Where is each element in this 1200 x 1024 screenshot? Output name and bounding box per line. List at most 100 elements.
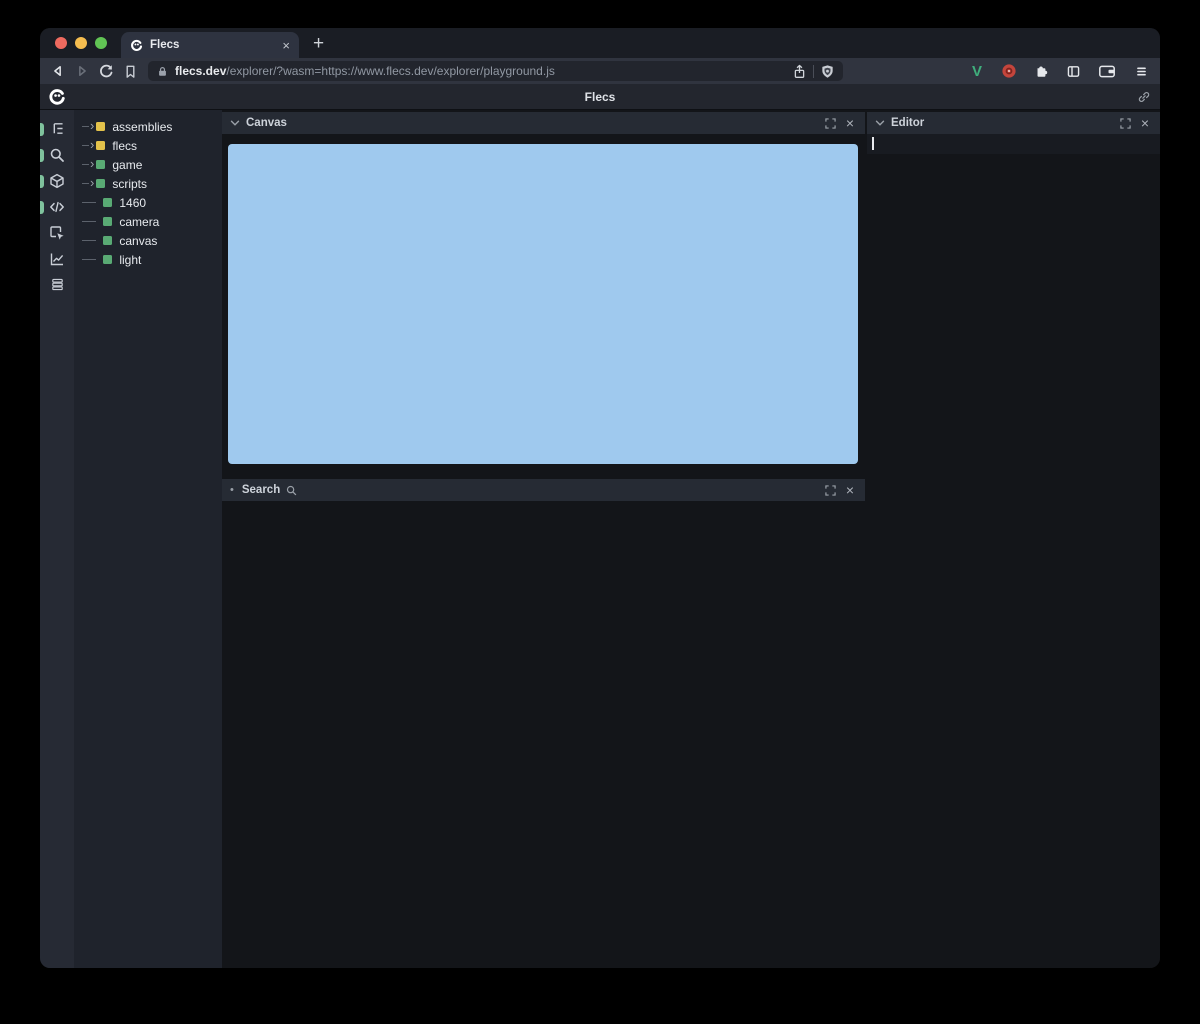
chevron-down-icon[interactable] [230, 119, 240, 127]
tree-row-label: light [119, 253, 141, 267]
content-area: Canvas × • Search [222, 110, 1160, 968]
expand-icon[interactable] [823, 483, 837, 497]
entity-tree: › assemblies › flecs › game › scripts [74, 110, 222, 968]
puzzle-icon[interactable] [1033, 63, 1049, 79]
tree-row-label: 1460 [119, 196, 146, 210]
tree-guide [82, 145, 89, 146]
close-icon[interactable]: × [1138, 116, 1152, 130]
expand-icon[interactable] [823, 116, 837, 130]
menu-icon[interactable] [1133, 63, 1149, 79]
stats-icon[interactable] [49, 250, 66, 267]
search-icon [286, 485, 297, 496]
minimize-window-button[interactable] [75, 37, 87, 49]
text-caret [872, 137, 874, 150]
nav-bar: flecs.dev/explorer/?wasm=https://www.fle… [40, 58, 1160, 84]
expand-chevron-icon[interactable]: › [90, 157, 94, 170]
panel-title: Editor [891, 117, 924, 129]
url-domain: flecs.dev [175, 64, 226, 78]
entity-kind-swatch [103, 255, 112, 264]
zoom-window-button[interactable] [95, 37, 107, 49]
extensions-area: V [969, 63, 1149, 79]
tree-row-game[interactable]: › game [74, 155, 222, 174]
tree-row-label: assemblies [112, 120, 172, 134]
inspect-icon[interactable] [49, 224, 66, 241]
tree-guide [82, 164, 89, 165]
shield-icon[interactable] [820, 64, 835, 79]
lock-icon [156, 65, 169, 78]
share-icon[interactable] [792, 64, 807, 79]
tab-title: Flecs [150, 39, 275, 51]
active-indicator [40, 149, 44, 162]
tree-row-camera[interactable]: › camera [74, 212, 222, 231]
tree-row-label: flecs [112, 139, 137, 153]
tree-guide [82, 202, 96, 203]
expand-icon[interactable] [1118, 116, 1132, 130]
tree-guide [82, 183, 89, 184]
search-icon[interactable] [49, 146, 66, 163]
traffic-lights [55, 37, 107, 49]
active-indicator [40, 123, 44, 136]
entity-kind-swatch [96, 160, 105, 169]
entity-kind-swatch [103, 217, 112, 226]
search-panel: • Search × [222, 479, 865, 501]
tree-row-scripts[interactable]: › scripts [74, 174, 222, 193]
entity-kind-swatch [96, 122, 105, 131]
tab-close-icon[interactable]: × [282, 38, 290, 53]
forward-icon[interactable] [74, 63, 90, 79]
tree-row-label: camera [119, 215, 159, 229]
tree-guide [82, 221, 96, 222]
expand-chevron-icon[interactable]: › [90, 176, 94, 189]
expand-chevron-icon[interactable]: › [90, 119, 94, 132]
tree-row-label: canvas [119, 234, 157, 248]
url-path: /explorer/?wasm=https://www.flecs.dev/ex… [226, 64, 554, 78]
canvas-panel: Canvas × [222, 112, 865, 464]
code-editor-input[interactable] [867, 134, 1160, 154]
cube-icon[interactable] [49, 172, 66, 189]
app-main: › assemblies › flecs › game › scripts [40, 110, 1160, 968]
entity-kind-swatch [96, 179, 105, 188]
close-icon[interactable]: × [843, 483, 857, 497]
vue-devtools-icon[interactable]: V [969, 63, 985, 79]
bookmark-icon[interactable] [122, 63, 138, 79]
tab-bar: Flecs × + [40, 28, 1160, 58]
page-title: Flecs [40, 90, 1160, 104]
tree-row-assemblies[interactable]: › assemblies [74, 117, 222, 136]
sidebar-icon[interactable] [1065, 63, 1081, 79]
browser-window: Flecs × + flecs. [40, 28, 1160, 968]
tree-row-canvas[interactable]: › canvas [74, 231, 222, 250]
urlbar-divider [813, 65, 814, 78]
tree-row-light[interactable]: › light [74, 250, 222, 269]
extension-red-icon[interactable] [1001, 63, 1017, 79]
tree-row-flecs[interactable]: › flecs [74, 136, 222, 155]
code-icon[interactable] [49, 198, 66, 215]
tables-icon[interactable] [49, 276, 66, 293]
wallet-icon[interactable] [1097, 63, 1117, 79]
entity-kind-swatch [103, 236, 112, 245]
tree-guide [82, 126, 89, 127]
tree-row-1460[interactable]: › 1460 [74, 193, 222, 212]
render-canvas[interactable] [228, 144, 858, 464]
close-icon[interactable]: × [843, 116, 857, 130]
back-icon[interactable] [50, 63, 66, 79]
favicon-flecs-icon [130, 39, 143, 52]
tree-row-label: game [112, 158, 142, 172]
editor-panel-header[interactable]: Editor × [867, 112, 1160, 134]
search-panel-header[interactable]: • Search × [222, 479, 865, 501]
tree-guide [82, 240, 96, 241]
canvas-panel-header[interactable]: Canvas × [222, 112, 865, 134]
reload-icon[interactable] [98, 63, 114, 79]
tree-row-label: scripts [112, 177, 147, 191]
panel-title: Canvas [246, 117, 287, 129]
tree-icon[interactable] [49, 120, 66, 137]
collapsed-bullet-icon[interactable]: • [230, 484, 234, 496]
tab-flecs[interactable]: Flecs × [121, 32, 299, 58]
tree-guide [82, 259, 96, 260]
panel-title: Search [242, 484, 280, 496]
new-tab-button[interactable]: + [313, 34, 324, 53]
url-bar[interactable]: flecs.dev/explorer/?wasm=https://www.fle… [148, 61, 843, 81]
entity-kind-swatch [96, 141, 105, 150]
url-text: flecs.dev/explorer/?wasm=https://www.fle… [175, 64, 786, 78]
chevron-down-icon[interactable] [875, 119, 885, 127]
expand-chevron-icon[interactable]: › [90, 138, 94, 151]
close-window-button[interactable] [55, 37, 67, 49]
